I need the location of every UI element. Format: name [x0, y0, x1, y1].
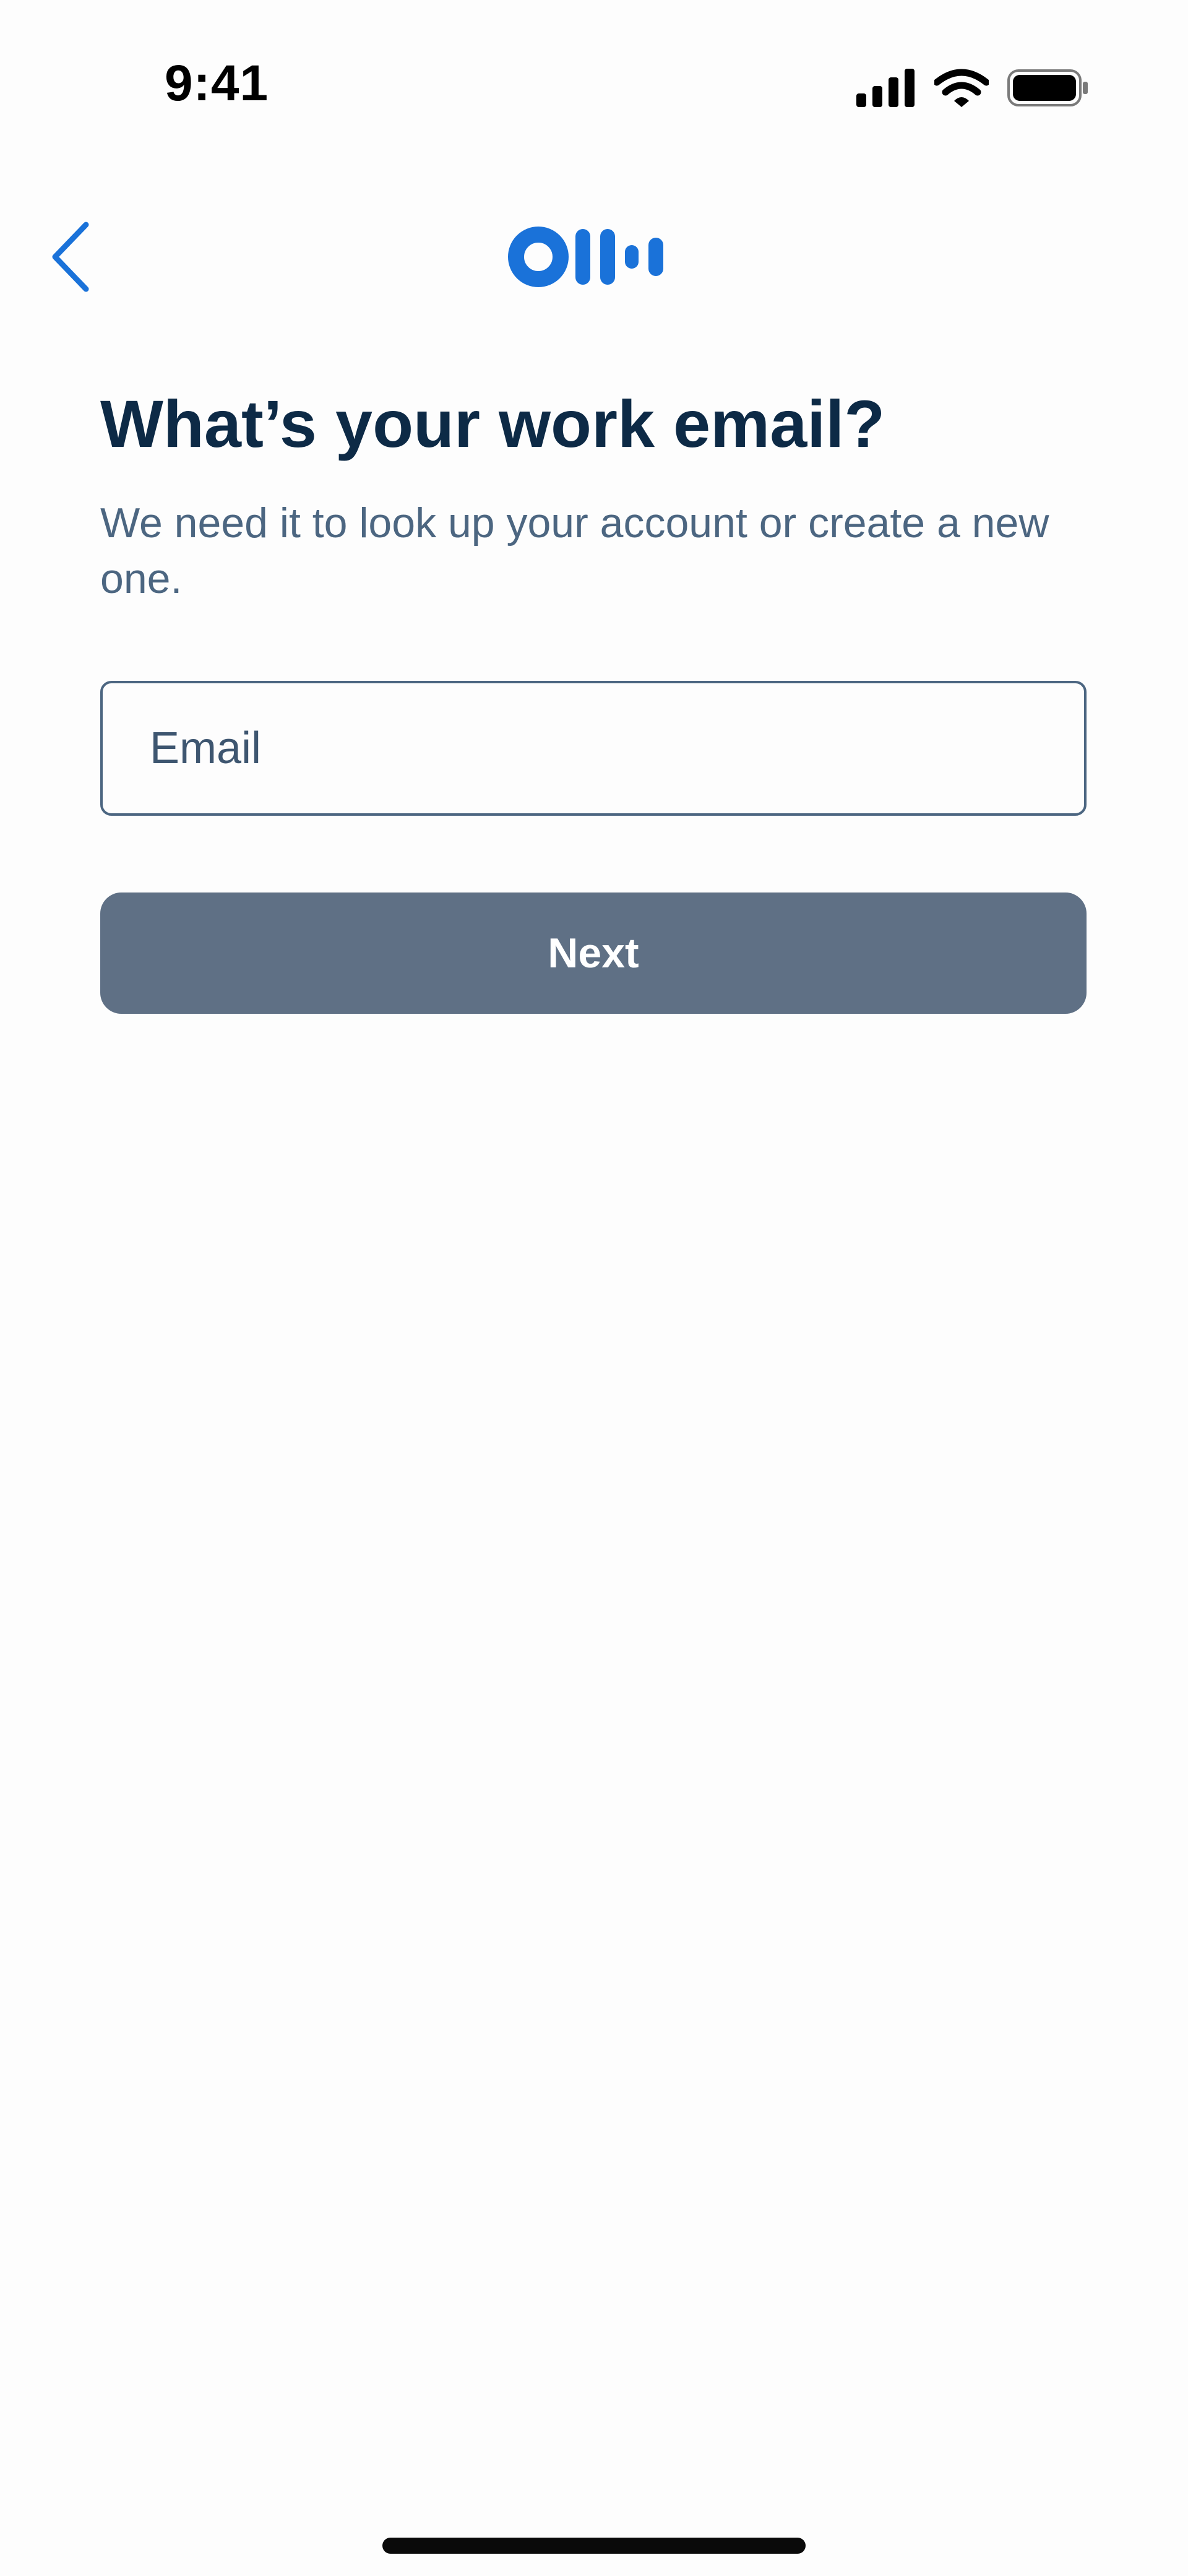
back-button[interactable]: [37, 217, 105, 297]
email-input[interactable]: [103, 683, 1084, 813]
otter-logo-icon: [508, 227, 663, 287]
home-indicator[interactable]: [382, 2538, 806, 2554]
next-button[interactable]: Next: [100, 893, 1087, 1014]
wifi-icon: [934, 69, 989, 107]
page-title: What’s your work email?: [100, 386, 885, 461]
status-icons: [856, 68, 1089, 108]
status-bar: 9:41: [0, 0, 1188, 142]
email-field[interactable]: [100, 681, 1087, 816]
page-subtitle: We need it to look up your account or cr…: [100, 499, 1049, 603]
battery-icon: [1007, 69, 1088, 106]
chevron-left-icon: [52, 222, 89, 292]
otter-logo: [507, 223, 681, 291]
signal-icon: [856, 69, 915, 107]
status-time: 9:41: [164, 55, 269, 111]
email-entry-screen: 9:41 What’s your work email? We need it …: [0, 0, 1188, 2576]
